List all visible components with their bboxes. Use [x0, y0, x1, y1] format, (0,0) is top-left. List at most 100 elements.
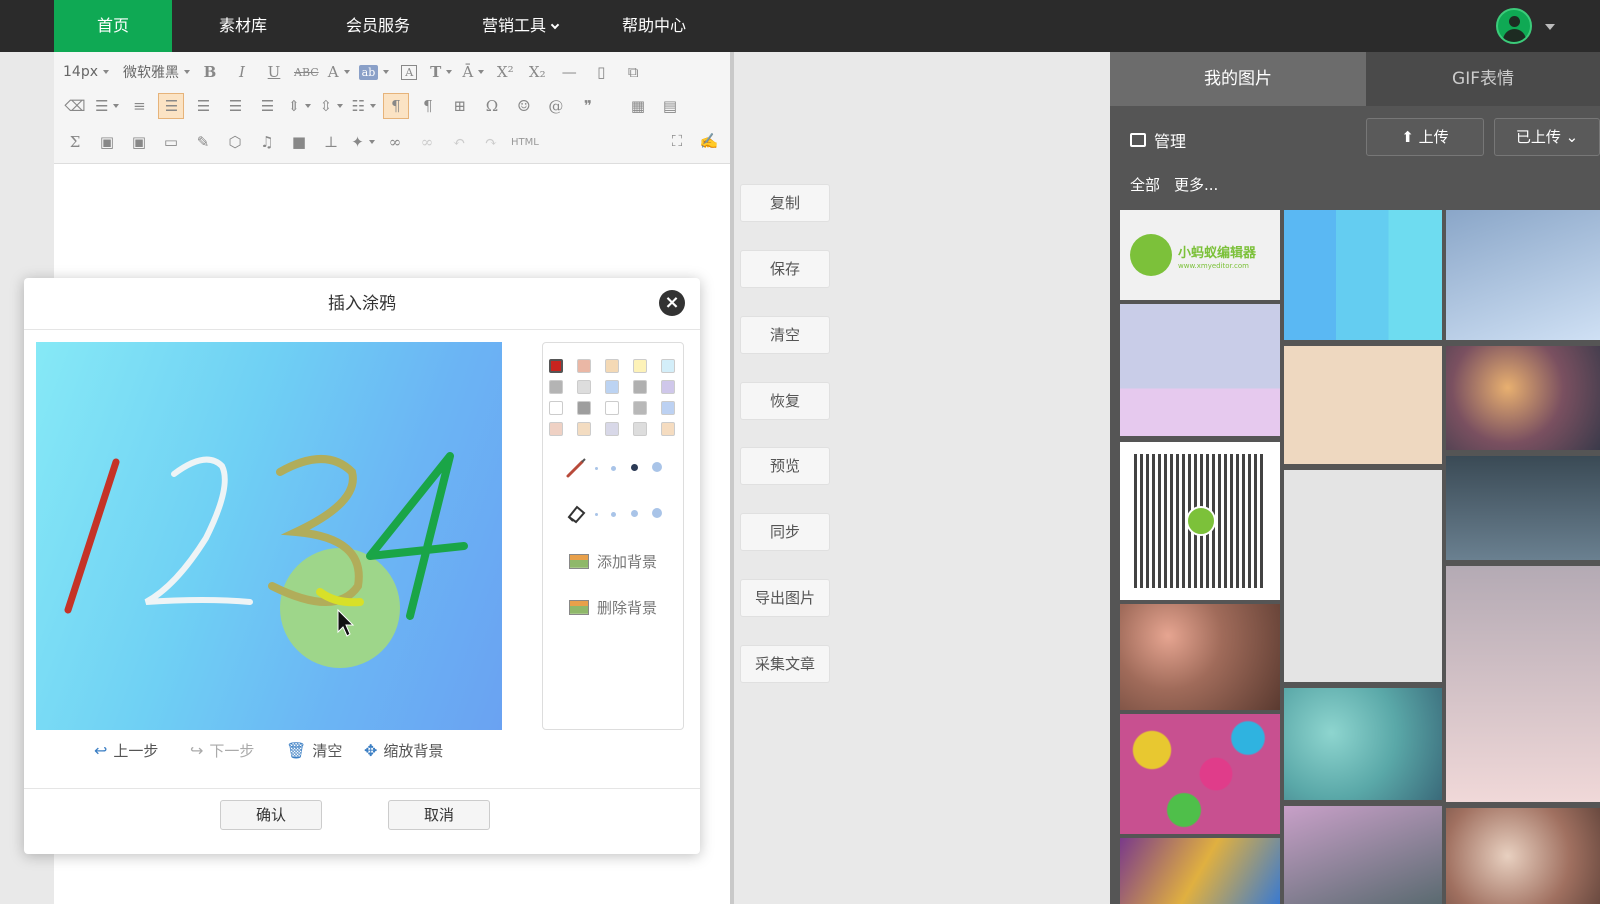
scale-background-button[interactable]: ✥ 缩放背景	[364, 740, 443, 761]
strikethrough-icon[interactable]: ABC	[293, 59, 320, 85]
text-border-icon[interactable]: A	[396, 59, 422, 85]
sync-button[interactable]: 同步	[740, 513, 830, 551]
image-thumb-pastel[interactable]	[1120, 304, 1280, 436]
manage-button[interactable]: 管理	[1130, 128, 1186, 152]
eraser-size-xs[interactable]	[595, 513, 598, 516]
align-right-icon[interactable]: ☰	[222, 93, 248, 119]
rtl-direction-icon[interactable]: ¶	[415, 93, 441, 119]
cancel-button[interactable]: 取消	[388, 800, 490, 830]
color-swatch[interactable]	[633, 401, 647, 415]
brush-size-s[interactable]	[611, 466, 616, 471]
music-icon[interactable]: ♫	[254, 129, 280, 155]
copy-button[interactable]: 复制	[740, 184, 830, 222]
color-swatch[interactable]	[605, 422, 619, 436]
image-thumb-pink-bokeh[interactable]	[1446, 566, 1600, 802]
nav-item-materials[interactable]: 素材库	[188, 0, 298, 52]
quote-icon[interactable]: ❞	[575, 93, 601, 119]
color-swatch[interactable]	[633, 359, 647, 373]
eraser-size-s[interactable]	[611, 512, 616, 517]
formula-icon[interactable]: Σ	[62, 129, 88, 155]
html-source-button[interactable]: HTML	[510, 129, 540, 155]
brush-size-l[interactable]	[652, 462, 662, 472]
color-swatch[interactable]	[605, 359, 619, 373]
horizontal-rule-icon[interactable]: —	[556, 59, 582, 85]
undo-step-button[interactable]: ↩ 上一步	[94, 740, 158, 761]
paste-icon[interactable]: ▤	[657, 93, 683, 119]
eraser-size-l[interactable]	[652, 508, 662, 518]
slide-icon[interactable]: ▭	[158, 129, 184, 155]
text-size-icon[interactable]: T	[428, 59, 454, 85]
doodle-canvas[interactable]: 1234	[36, 342, 502, 730]
color-swatch[interactable]	[633, 380, 647, 394]
stamp-icon[interactable]: ⊥	[318, 129, 344, 155]
color-swatch[interactable]	[661, 359, 675, 373]
collect-article-button[interactable]: 采集文章	[740, 645, 830, 683]
eraser-icon[interactable]: ⌫	[62, 93, 88, 119]
bold-icon[interactable]: B	[197, 59, 223, 85]
edit-external-icon[interactable]: ⧉	[620, 59, 646, 85]
color-swatch[interactable]	[549, 401, 563, 415]
doodle-icon[interactable]: ✎	[190, 129, 216, 155]
eraser-icon[interactable]	[565, 503, 587, 525]
image-thumb-beige[interactable]	[1284, 346, 1442, 464]
letter-spacing-icon[interactable]: Ā	[460, 59, 486, 85]
upload-button[interactable]: ⬆ 上传	[1366, 118, 1484, 156]
restore-button[interactable]: 恢复	[740, 382, 830, 420]
nav-item-marketing-tools[interactable]: 营销工具	[456, 0, 584, 52]
table-icon[interactable]: ▦	[625, 93, 651, 119]
add-background-button[interactable]: 添加背景	[569, 551, 657, 572]
color-swatch[interactable]	[549, 380, 563, 394]
undo-icon[interactable]: ↶	[446, 129, 472, 155]
image-thumb-teal[interactable]	[1284, 688, 1442, 800]
eraser-size-m[interactable]	[631, 510, 638, 517]
color-swatch[interactable]	[661, 422, 675, 436]
superscript-icon[interactable]: X²	[492, 59, 518, 85]
tab-gif-emoji[interactable]: GIF表情	[1366, 52, 1600, 106]
remove-background-button[interactable]: 删除背景	[569, 597, 657, 618]
user-avatar[interactable]	[1496, 8, 1532, 44]
filter-all[interactable]: 全部	[1130, 174, 1160, 195]
close-icon[interactable]: ×	[659, 290, 685, 316]
align-justify-icon[interactable]: ☰	[254, 93, 280, 119]
color-swatch[interactable]	[577, 401, 591, 415]
image-thumb-water[interactable]	[1446, 456, 1600, 560]
brush-icon[interactable]	[565, 457, 587, 479]
color-swatch[interactable]	[605, 401, 619, 415]
block-format-icon[interactable]: ⊞	[447, 93, 473, 119]
save-button[interactable]: 保存	[740, 250, 830, 288]
avatar-dropdown-icon[interactable]	[1545, 24, 1555, 30]
brush-size-m[interactable]	[631, 464, 638, 471]
fullscreen-icon[interactable]: ⛶	[664, 128, 690, 154]
nav-item-help-center[interactable]: 帮助中心	[594, 0, 714, 52]
color-swatch[interactable]	[577, 359, 591, 373]
image-thumb-sky[interactable]	[1446, 210, 1600, 340]
confirm-button[interactable]: 确认	[220, 800, 322, 830]
brush-size-xs[interactable]	[595, 467, 598, 470]
at-mention-icon[interactable]: @	[543, 93, 569, 119]
color-swatch[interactable]	[661, 380, 675, 394]
background-color-icon[interactable]: ab	[358, 59, 391, 85]
ltr-direction-icon[interactable]: ¶	[382, 93, 409, 119]
link-icon[interactable]: ∞	[382, 129, 408, 155]
image-thumb-blue-stripes[interactable]	[1284, 210, 1442, 340]
list-icon[interactable]: ☷	[350, 93, 376, 119]
magic-wand-icon[interactable]: ✦	[350, 129, 376, 155]
nav-item-home[interactable]: 首页	[54, 0, 172, 52]
tab-my-images[interactable]: 我的图片	[1110, 52, 1366, 106]
unlink-icon[interactable]: ∞	[414, 129, 440, 155]
new-document-icon[interactable]: ▯	[588, 59, 614, 85]
image-thumb-cracked[interactable]	[1284, 470, 1442, 682]
underline-icon[interactable]: U	[261, 59, 287, 85]
image-icon[interactable]: ▣	[94, 129, 120, 155]
image-thumb-bokeh[interactable]	[1120, 604, 1280, 710]
color-swatch[interactable]	[605, 380, 619, 394]
italic-icon[interactable]: I	[229, 59, 255, 85]
font-size-select[interactable]: 14px	[62, 59, 110, 85]
paragraph-spacing-icon[interactable]: ⇳	[318, 93, 344, 119]
indent-icon[interactable]: ☰	[94, 93, 120, 119]
video-icon[interactable]: ■	[286, 129, 312, 155]
image-thumb-logo[interactable]: 小蚂蚁编辑器 www.xmyeditor.com	[1120, 210, 1280, 300]
align-center-icon[interactable]: ☰	[190, 93, 216, 119]
color-swatch[interactable]	[633, 422, 647, 436]
font-color-icon[interactable]: A	[326, 59, 352, 85]
